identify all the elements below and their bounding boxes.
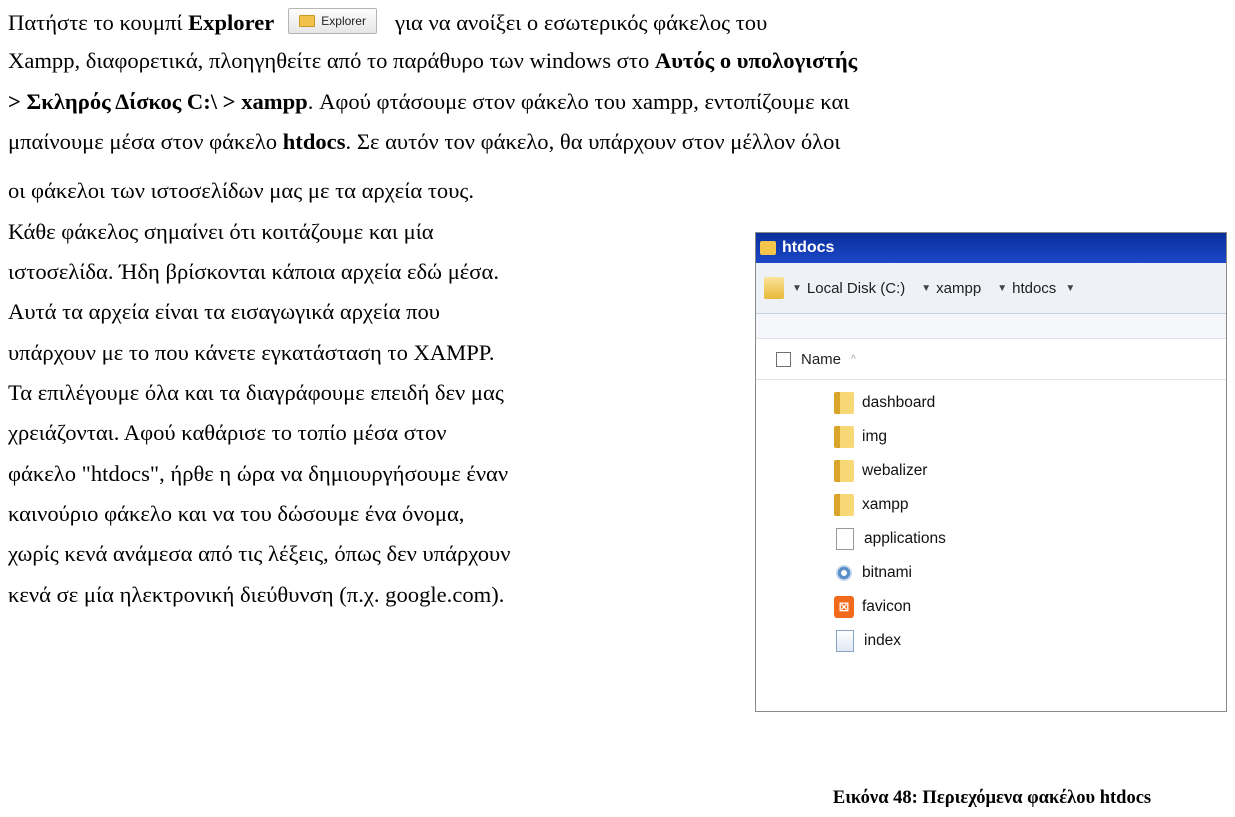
window-title: htdocs bbox=[782, 239, 835, 256]
column-line: φάκελο "htdocs", ήρθε η ώρα να δημιουργή… bbox=[8, 461, 509, 486]
chevron-down-icon: ▼ bbox=[921, 282, 932, 294]
file-list: dashboard img webalizer xampp applicatio… bbox=[756, 380, 1226, 658]
list-item[interactable]: bitnami bbox=[756, 556, 1226, 590]
item-name: applications bbox=[864, 530, 946, 547]
breadcrumb-item[interactable]: ▼ xampp bbox=[921, 280, 981, 297]
xampp-icon: ⊠ bbox=[834, 596, 854, 618]
folder-icon bbox=[834, 392, 854, 414]
breadcrumb-item[interactable]: ▼ Local Disk (C:) bbox=[792, 280, 905, 297]
explorer-window: htdocs ▼ Local Disk (C:) ▼ xampp ▼ htdocs ▼ … bbox=[755, 232, 1227, 712]
chevron-down-icon: ▼ bbox=[997, 282, 1008, 294]
htdocs-term: htdocs bbox=[282, 129, 346, 154]
folder-icon bbox=[760, 241, 776, 255]
column-line: Τα επιλέγουμε όλα και τα διαγράφουμε επε… bbox=[8, 380, 504, 405]
figure-caption: Εικόνα 48: Περιεχόμενα φακέλου htdocs bbox=[832, 788, 1152, 808]
column-line: Αυτά τα αρχεία είναι τα εισαγωγικά αρχεί… bbox=[8, 299, 440, 324]
chevron-down-icon: ▼ bbox=[792, 282, 802, 294]
text: μπαίνουμε μέσα στον φάκελο bbox=[8, 129, 283, 154]
item-name: bitnami bbox=[862, 564, 912, 581]
column-line: Κάθε φάκελος σημαίνει ότι κοιτάζουμε και… bbox=[8, 219, 434, 244]
address-bar[interactable]: ▼ Local Disk (C:) ▼ xampp ▼ htdocs ▼ bbox=[756, 263, 1226, 314]
document-icon bbox=[836, 630, 854, 652]
column-line: χωρίς κενά ανάμεσα από τις λέξεις, όπως … bbox=[8, 541, 511, 566]
column-line: καινούριο φάκελο και να του δώσουμε ένα … bbox=[8, 501, 465, 526]
list-item[interactable]: ⊠ favicon bbox=[756, 590, 1226, 624]
chevron-down-icon[interactable]: ▼ bbox=[1065, 283, 1075, 294]
paragraph-line-3: > Σκληρός Δίσκος C:\ > xampp. Αφού φτάσο… bbox=[8, 89, 849, 115]
folder-icon bbox=[299, 15, 316, 27]
folder-icon bbox=[834, 426, 854, 448]
item-name: img bbox=[862, 428, 887, 445]
item-name: webalizer bbox=[862, 462, 928, 479]
column-line: υπάρχουν με το που κάνετε εγκατάσταση το… bbox=[8, 340, 495, 365]
path-term: Αυτός ο υπολογιστής bbox=[654, 48, 858, 73]
list-item[interactable]: applications bbox=[756, 522, 1226, 556]
gear-icon bbox=[836, 565, 852, 581]
breadcrumb-label: xampp bbox=[936, 279, 982, 297]
folder-icon bbox=[834, 460, 854, 482]
paragraph-line-1: Πατήστε το κουμπί Explorer Explorer για να… bbox=[8, 8, 1220, 36]
column-line: οι φάκελοι των ιστοσελίδων μας με τα αρχ… bbox=[8, 178, 474, 203]
text: για να ανοίξει ο εσωτερικός φάκελος του bbox=[394, 10, 768, 35]
column-line: ιστοσελίδα. Ήδη βρίσκονται κάποια αρχεία… bbox=[8, 259, 499, 284]
list-item[interactable]: webalizer bbox=[756, 454, 1226, 488]
item-name: index bbox=[864, 632, 902, 649]
list-item[interactable]: index bbox=[756, 624, 1226, 658]
breadcrumb-label: htdocs bbox=[1012, 279, 1057, 297]
list-item[interactable]: dashboard bbox=[756, 386, 1226, 420]
explorer-button-label: Explorer bbox=[321, 14, 366, 28]
explorer-button[interactable]: Explorer bbox=[288, 8, 377, 34]
folder-icon bbox=[764, 277, 784, 299]
toolbar bbox=[756, 314, 1226, 339]
select-all-checkbox[interactable] bbox=[776, 351, 791, 367]
paragraph-line-4: μπαίνουμε μέσα στον φάκελο htdocs. Σε αυ… bbox=[8, 129, 841, 155]
column-line: κενά σε μία ηλεκτρονική διεύθυνση (π.χ. … bbox=[8, 582, 505, 607]
list-item[interactable]: xampp bbox=[756, 488, 1226, 522]
breadcrumb-label: Local Disk (C:) bbox=[806, 279, 906, 297]
window-titlebar[interactable]: htdocs bbox=[756, 233, 1226, 263]
text: Xampp, διαφορετικά, πλοηγηθείτε από το π… bbox=[8, 48, 655, 73]
text: . Αφού φτάσουμε στον φάκελο του xampp, ε… bbox=[307, 89, 850, 114]
item-name: xampp bbox=[862, 496, 909, 513]
text: . Σε αυτόν τον φάκελο, θα υπάρχουν στον … bbox=[345, 129, 841, 154]
list-item[interactable]: img bbox=[756, 420, 1226, 454]
explorer-term: Explorer bbox=[188, 10, 275, 35]
breadcrumb-item[interactable]: ▼ htdocs ▼ bbox=[997, 280, 1075, 297]
text: Πατήστε το κουμπί bbox=[8, 10, 189, 35]
item-name: favicon bbox=[862, 598, 912, 615]
column-header-name[interactable]: Name ^ bbox=[756, 339, 1226, 380]
column-line: χρειάζονται. Αφού καθάρισε το τοπίο μέσα… bbox=[8, 420, 447, 445]
paragraph-line-2: Xampp, διαφορετικά, πλοηγηθείτε από το π… bbox=[8, 48, 1220, 74]
sort-arrow-icon: ^ bbox=[851, 353, 856, 365]
folder-icon bbox=[834, 494, 854, 516]
file-icon bbox=[836, 528, 854, 550]
column-header-label: Name bbox=[801, 350, 842, 368]
path-term: > Σκληρός Δίσκος C:\ > xampp bbox=[8, 89, 308, 114]
item-name: dashboard bbox=[862, 394, 936, 411]
